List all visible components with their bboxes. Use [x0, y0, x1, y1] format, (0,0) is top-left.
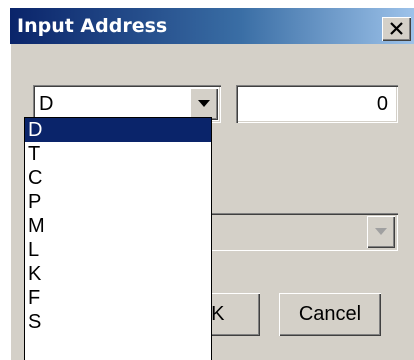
dropdown-option-m[interactable]: M — [25, 214, 211, 238]
dropdown-option-d[interactable]: D — [25, 118, 211, 142]
dropdown-option-k[interactable]: K — [25, 262, 211, 286]
address-type-value: D — [39, 93, 54, 115]
disabled-dropdown-button — [367, 216, 395, 248]
dropdown-option-l[interactable]: L — [25, 238, 211, 262]
title-bar[interactable]: Input Address — [10, 8, 414, 44]
cancel-button[interactable]: Cancel — [279, 293, 381, 336]
dropdown-option-s[interactable]: S — [25, 310, 211, 334]
chevron-down-icon — [375, 228, 387, 235]
address-number-input[interactable]: 0 — [236, 85, 398, 123]
dropdown-option-t[interactable]: T — [25, 142, 211, 166]
chevron-down-icon — [198, 100, 210, 107]
close-icon — [390, 22, 403, 35]
close-button[interactable] — [382, 17, 411, 41]
address-type-dropdown-list[interactable]: DTCPMLKFS — [24, 117, 212, 360]
dropdown-option-c[interactable]: C — [25, 166, 211, 190]
dialog-title: Input Address — [17, 15, 168, 37]
dropdown-option-f[interactable]: F — [25, 286, 211, 310]
address-number-value: 0 — [376, 93, 388, 115]
address-type-dropdown-button[interactable] — [190, 88, 218, 120]
dropdown-option-p[interactable]: P — [25, 190, 211, 214]
